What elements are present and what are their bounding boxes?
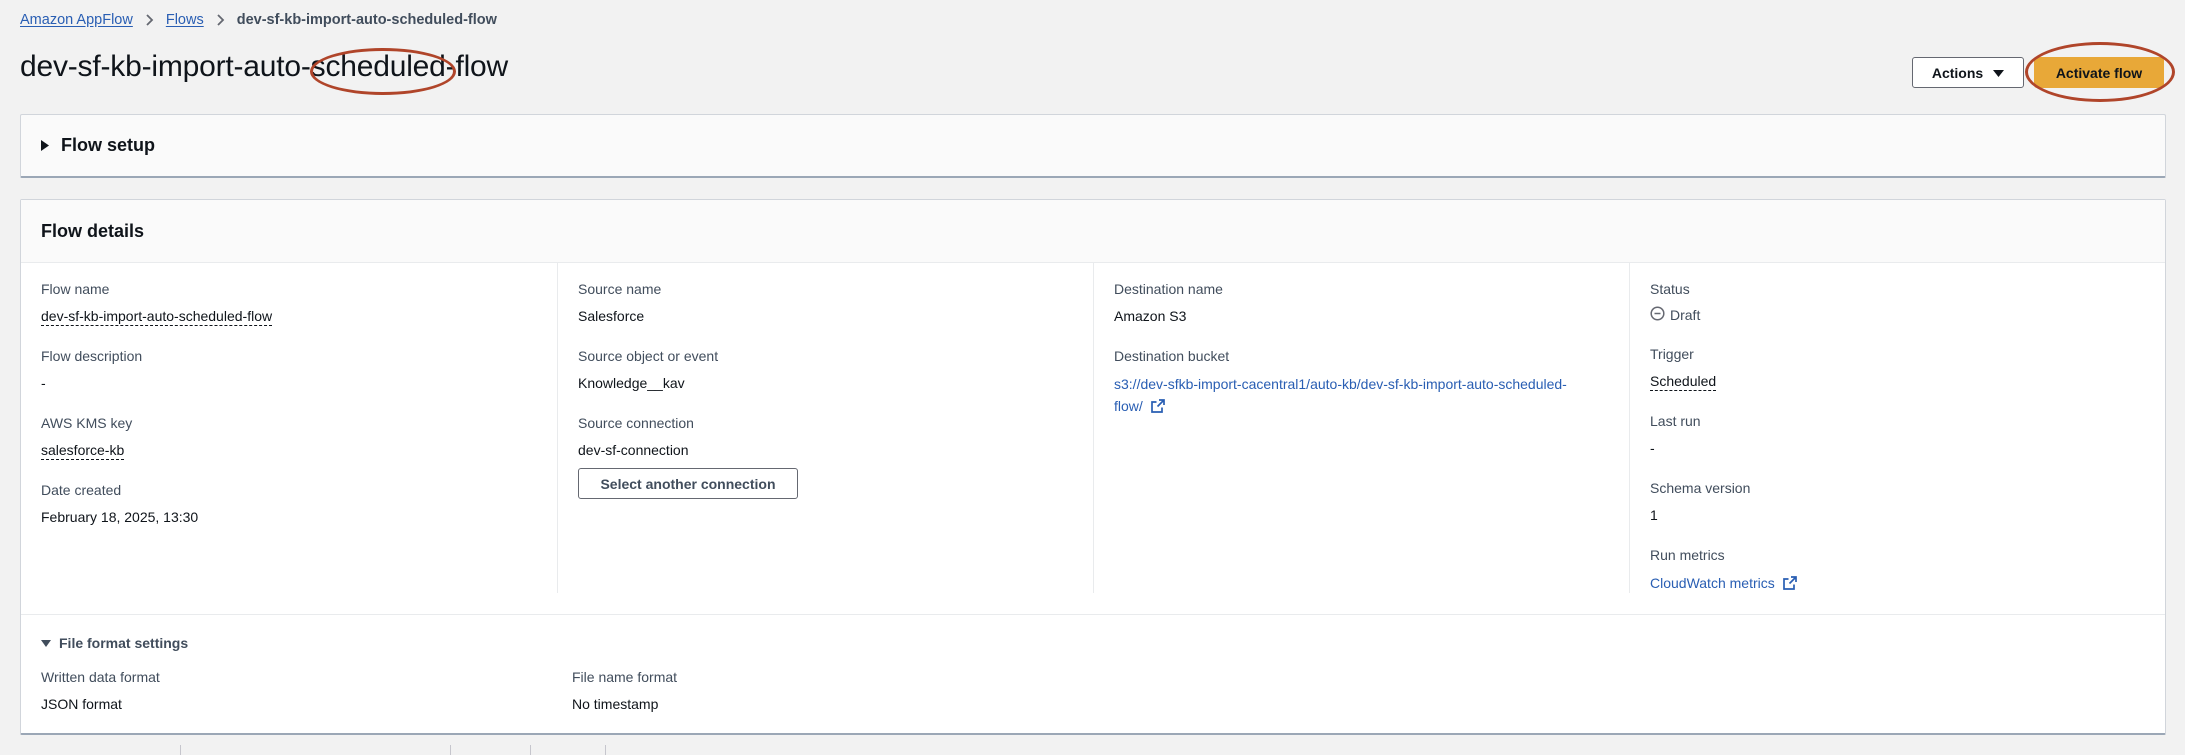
file-name-format-field: File name format No timestamp	[572, 669, 677, 714]
last-run-label: Last run	[1650, 413, 1701, 429]
schema-version-label: Schema version	[1650, 480, 1751, 496]
last-run-value: -	[1650, 440, 1655, 456]
schema-version-value: 1	[1650, 507, 1658, 523]
breadcrumb-link-amazon-appflow[interactable]: Amazon AppFlow	[20, 12, 133, 28]
destination-bucket-line2: flow/	[1114, 398, 1143, 414]
details-column-source: Source name Salesforce Source object or …	[558, 263, 1094, 593]
date-created-label: Date created	[41, 482, 122, 498]
kms-key-label: AWS KMS key	[41, 415, 133, 431]
chevron-right-icon	[145, 14, 154, 26]
written-format-label: Written data format	[41, 669, 160, 685]
details-column-flow: Flow name dev-sf-kb-import-auto-schedule…	[21, 263, 558, 593]
destination-name-value: Amazon S3	[1114, 308, 1187, 324]
file-name-format-label: File name format	[572, 669, 678, 685]
file-format-settings-title: File format settings	[59, 635, 189, 651]
chevron-right-icon	[216, 14, 225, 26]
divider	[530, 745, 531, 755]
caret-right-icon	[41, 135, 49, 156]
breadcrumb: Amazon AppFlow Flows dev-sf-kb-import-au…	[20, 12, 497, 28]
flow-setup-section: Flow setup	[20, 114, 2166, 178]
actions-label: Actions	[1931, 64, 1984, 81]
trigger-label: Trigger	[1650, 346, 1694, 362]
external-link-icon	[1150, 397, 1165, 419]
file-name-format-value: No timestamp	[572, 696, 659, 712]
status-value: Draft	[1670, 307, 1701, 323]
breadcrumb-current: dev-sf-kb-import-auto-scheduled-flow	[236, 12, 497, 28]
breadcrumb-link-flows[interactable]: Flows	[166, 12, 204, 28]
destination-bucket-line1: s3://dev-sfkb-import-cacentral1/auto-kb/…	[1114, 376, 1567, 392]
source-name-label: Source name	[578, 281, 662, 297]
select-another-connection-button[interactable]: Select another connection	[578, 468, 798, 499]
source-object-value: Knowledge__kav	[578, 375, 685, 391]
kms-key-value[interactable]: salesforce-kb	[41, 442, 125, 460]
flow-description-label: Flow description	[41, 348, 143, 364]
source-object-label: Source object or event	[578, 348, 719, 364]
details-column-destination: Destination name Amazon S3 Destination b…	[1094, 263, 1630, 593]
draft-status-icon	[1650, 306, 1665, 324]
actions-dropdown-button[interactable]: Actions	[1912, 57, 2024, 88]
trigger-value[interactable]: Scheduled	[1650, 373, 1717, 391]
destination-bucket-label: Destination bucket	[1114, 348, 1230, 364]
date-created-value: February 18, 2025, 13:30	[41, 509, 199, 525]
source-connection-label: Source connection	[578, 415, 694, 431]
cloudwatch-metrics-link[interactable]: CloudWatch metrics	[1650, 575, 1797, 591]
cloudwatch-metrics-text: CloudWatch metrics	[1650, 575, 1775, 591]
divider	[180, 745, 181, 755]
caret-down-icon	[41, 635, 51, 651]
destination-bucket-link[interactable]: s3://dev-sfkb-import-cacentral1/auto-kb/…	[1114, 376, 1567, 414]
flow-setup-label: Flow setup	[61, 135, 155, 155]
flow-name-value[interactable]: dev-sf-kb-import-auto-scheduled-flow	[41, 308, 273, 326]
flow-details-section: Flow details Flow name dev-sf-kb-import-…	[20, 199, 2166, 735]
details-column-status: Status Draft Trigger Scheduled Last run …	[1630, 263, 2167, 593]
caret-down-icon	[1993, 65, 2005, 81]
flow-details-header: Flow details	[21, 200, 2165, 263]
source-name-value: Salesforce	[578, 308, 645, 324]
file-format-settings-section: File format settings Written data format…	[21, 614, 2165, 712]
page-title: dev-sf-kb-import-auto-scheduled-flow	[20, 50, 508, 83]
flow-name-label: Flow name	[41, 281, 110, 297]
flow-description-value: -	[41, 375, 46, 391]
written-format-value: JSON format	[41, 696, 122, 712]
divider	[605, 745, 606, 755]
file-format-settings-toggle[interactable]: File format settings	[41, 635, 188, 651]
run-metrics-label: Run metrics	[1650, 547, 1725, 563]
flow-details-title: Flow details	[41, 221, 145, 241]
written-format-field: Written data format JSON format	[41, 669, 160, 714]
divider	[450, 745, 451, 755]
destination-name-label: Destination name	[1114, 281, 1223, 297]
status-label: Status	[1650, 281, 1690, 297]
status-badge: Draft	[1650, 306, 2147, 324]
flow-setup-toggle[interactable]: Flow setup	[41, 135, 155, 156]
activate-flow-button[interactable]: Activate flow	[2034, 57, 2164, 88]
external-link-icon	[1782, 574, 1797, 596]
source-connection-value: dev-sf-connection	[578, 442, 689, 458]
